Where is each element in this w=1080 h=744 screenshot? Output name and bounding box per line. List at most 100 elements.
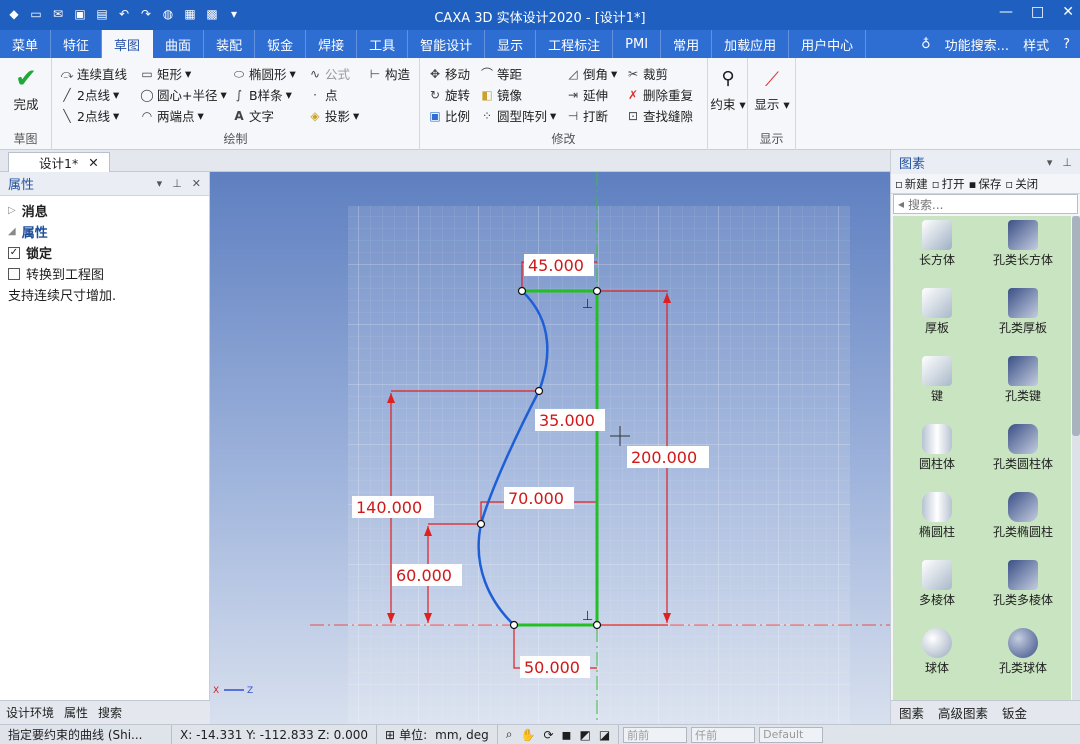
tab-smart-design[interactable]: 智能设计 xyxy=(408,30,486,58)
properties-node[interactable]: ◢ 属性 xyxy=(0,221,209,242)
palette-item-hole-plate[interactable]: 孔类厚板 xyxy=(983,288,1063,335)
tab-sheet-metal-elements[interactable]: 钣金 xyxy=(1002,703,1027,722)
delete-duplicate-button[interactable]: ✗ 删除重复 xyxy=(626,85,693,104)
construct-button[interactable]: ⊢ 构造 xyxy=(368,64,410,83)
style-dropdown[interactable]: Default xyxy=(759,726,824,743)
close-document-icon[interactable]: ✕ xyxy=(88,155,98,170)
offset-button[interactable]: ⌒ 等距 xyxy=(480,64,522,83)
tab-assembly[interactable]: 装配 xyxy=(204,30,256,58)
dim-35-label[interactable]: 35.000 xyxy=(539,411,595,430)
vertex-top-right[interactable] xyxy=(592,286,602,296)
extend-button[interactable]: ⇥ 延伸 xyxy=(566,85,608,104)
palette-item-sphere[interactable]: 球体 xyxy=(897,628,977,675)
vertex-mid-lower[interactable] xyxy=(476,519,486,529)
tab-sketch[interactable]: 草图 xyxy=(102,30,154,58)
move-button[interactable]: ✥ 移动 xyxy=(428,64,470,83)
tab-weld[interactable]: 焊接 xyxy=(306,30,358,58)
tab-design-elements[interactable]: 图素 xyxy=(899,703,924,722)
tab-tools[interactable]: 工具 xyxy=(357,30,409,58)
pan-icon[interactable]: ✋ xyxy=(520,728,535,742)
convert-drawing-checkbox[interactable]: 转换到工程图 xyxy=(0,263,209,284)
palette-item-hole-prism[interactable]: 孔类多棱体 xyxy=(983,560,1063,607)
close-button[interactable]: ✕ xyxy=(1062,4,1074,20)
circular-array-button[interactable]: ⁘ 圆型阵列 ▾ xyxy=(480,106,556,125)
constraint-button[interactable]: ⚲ 约束 ▾ xyxy=(710,64,746,113)
point-button[interactable]: · 点 xyxy=(308,85,337,104)
finish-button[interactable]: ✔ 完成 xyxy=(6,64,46,113)
render-icon[interactable]: ◩ xyxy=(579,728,590,742)
pin-icon[interactable]: ⊥ xyxy=(172,177,182,190)
palette-item-hole-elliptic-cylinder[interactable]: 孔类椭圆柱 xyxy=(983,492,1063,539)
tab-search[interactable]: 搜索 xyxy=(98,704,122,721)
bspline-button[interactable]: ∫ B样条 ▾ xyxy=(232,85,292,104)
palette-search-input[interactable]: ◂ 搜索... xyxy=(893,194,1078,214)
style-menu[interactable]: 样式 xyxy=(1023,35,1049,54)
two-point-line-button[interactable]: ╱ 2点线 ▾ xyxy=(60,85,119,104)
tab-design-env[interactable]: 设计环境 xyxy=(6,704,54,721)
rotate-view-icon[interactable]: ⟳ xyxy=(543,728,553,742)
minimize-button[interactable]: — xyxy=(999,4,1013,20)
chamfer-button[interactable]: ◿ 倒角 ▾ xyxy=(566,64,617,83)
vertex-top-left[interactable] xyxy=(517,286,527,296)
palette-item-plate[interactable]: 厚板 xyxy=(897,288,977,335)
find-gap-button[interactable]: ⊡ 查找缝隙 xyxy=(626,106,693,125)
tab-feature[interactable]: 特征 xyxy=(51,30,103,58)
tab-pmi[interactable]: PMI xyxy=(613,30,662,58)
cube-view-icon[interactable]: ◼ xyxy=(562,728,572,742)
filter-dropdown[interactable]: 仟前 xyxy=(691,726,756,743)
formula-button[interactable]: ∿ 公式 xyxy=(308,64,350,83)
back-arrow-icon[interactable]: ◂ xyxy=(898,197,904,211)
two-endpoints-button[interactable]: ◠ 两端点 ▾ xyxy=(140,106,204,125)
close-palette-button[interactable]: ▫ 关闭 xyxy=(1005,176,1038,192)
dim-140-label[interactable]: 140.000 xyxy=(356,498,422,517)
tab-load-app[interactable]: 加载应用 xyxy=(712,30,790,58)
palette-item-hole-key[interactable]: 孔类键 xyxy=(983,356,1063,403)
palette-item-elliptic-cylinder[interactable]: 椭圆柱 xyxy=(897,492,977,539)
rotate-button[interactable]: ↻ 旋转 xyxy=(428,85,470,104)
palette-item-hole-box[interactable]: 孔类长方体 xyxy=(983,220,1063,267)
messages-node[interactable]: ▷ 消息 xyxy=(0,200,209,221)
project-button[interactable]: ◈ 投影 ▾ xyxy=(308,106,359,125)
tab-common[interactable]: 常用 xyxy=(661,30,713,58)
rectangle-button[interactable]: ▭ 矩形 ▾ xyxy=(140,64,191,83)
palette-item-key[interactable]: 键 xyxy=(897,356,977,403)
vertex-bottom-right[interactable] xyxy=(592,620,602,630)
help-icon[interactable]: ? xyxy=(1063,37,1070,52)
palette-item-hole-sphere[interactable]: 孔类球体 xyxy=(983,628,1063,675)
tab-advanced-elements[interactable]: 高级图素 xyxy=(938,703,988,722)
trim-button[interactable]: ✂ 裁剪 xyxy=(626,64,668,83)
dim-70-label[interactable]: 70.000 xyxy=(508,489,564,508)
scale-button[interactable]: ▣ 比例 xyxy=(428,106,470,125)
pin-icon[interactable]: ⊥ xyxy=(1062,156,1072,169)
circle-center-radius-button[interactable]: ◯ 圆心+半径 ▾ xyxy=(140,85,226,104)
dim-60-label[interactable]: 60.000 xyxy=(396,566,452,585)
design-viewport[interactable]: ⊥ ⊥ 45.000 35.000 200.000 70.000 140.000… xyxy=(210,172,890,724)
palette-scrollbar[interactable] xyxy=(1072,216,1080,700)
palette-item-box[interactable]: 长方体 xyxy=(897,220,977,267)
sketch-canvas[interactable]: ⊥ ⊥ 45.000 35.000 200.000 70.000 140.000… xyxy=(210,172,890,724)
palette-item-prism[interactable]: 多棱体 xyxy=(897,560,977,607)
two-point-line-2-button[interactable]: ╲ 2点线 ▾ xyxy=(60,106,119,125)
tab-sheet-metal[interactable]: 钣金 xyxy=(255,30,307,58)
panel-menu-icon[interactable]: ▾ xyxy=(157,177,163,190)
mirror-button[interactable]: ◧ 镜像 xyxy=(480,85,522,104)
maximize-button[interactable]: □ xyxy=(1031,4,1044,20)
display-button[interactable]: ⟋ 显示 ▾ xyxy=(752,64,792,113)
palette-item-cylinder[interactable]: 圆柱体 xyxy=(897,424,977,471)
open-palette-button[interactable]: ▫ 打开 xyxy=(932,176,965,192)
document-tab[interactable]: 设计1* ✕ xyxy=(8,152,110,172)
lock-checkbox[interactable]: ✓ 锁定 xyxy=(0,242,209,263)
tab-display[interactable]: 显示 xyxy=(485,30,537,58)
polyline-button[interactable]: ⤼ 连续直线 xyxy=(60,64,127,83)
tab-surface[interactable]: 曲面 xyxy=(153,30,205,58)
tab-menu[interactable]: 菜单 xyxy=(0,30,52,58)
dim-45-label[interactable]: 45.000 xyxy=(528,256,584,275)
zoom-icon[interactable]: ⌕ xyxy=(506,727,513,742)
function-search[interactable]: 功能搜索... xyxy=(945,35,1009,54)
panel-menu-icon[interactable]: ▾ xyxy=(1047,156,1053,169)
break-button[interactable]: ⊣ 打断 xyxy=(566,106,608,125)
palette-item-hole-cylinder[interactable]: 孔类圆柱体 xyxy=(983,424,1063,471)
save-palette-button[interactable]: ▪ 保存 xyxy=(969,176,1002,192)
scrollbar-thumb[interactable] xyxy=(1072,216,1080,436)
new-palette-button[interactable]: ▫ 新建 xyxy=(895,176,928,192)
